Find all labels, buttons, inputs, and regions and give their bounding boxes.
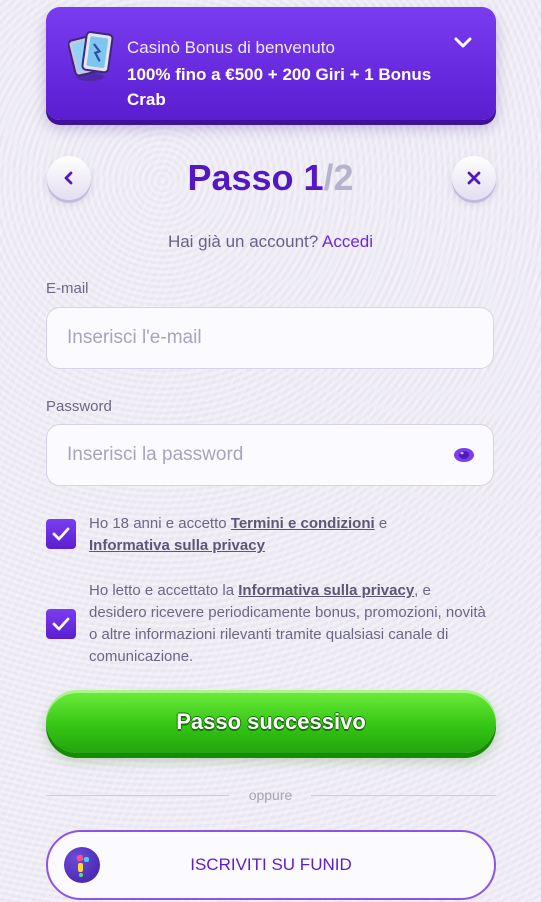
login-prompt-text: Hai già un account? xyxy=(167,232,319,251)
step-current: Passo 1 xyxy=(187,157,324,198)
funid-signup-button[interactable]: ISCRIVITI SU FUNID xyxy=(46,830,496,900)
login-prompt: Hai già un account? Accedi xyxy=(0,232,541,252)
checkmark-icon xyxy=(52,527,70,541)
consent-marketing-row: Ho letto e accettato la Informativa sull… xyxy=(46,580,496,668)
email-field[interactable] xyxy=(47,308,493,368)
consent-marketing-prefix: Ho letto e accettato la xyxy=(89,582,239,599)
close-button[interactable] xyxy=(452,156,496,200)
divider-right xyxy=(311,795,496,796)
close-icon xyxy=(467,171,481,185)
password-label: Password xyxy=(46,398,112,415)
password-field-wrapper xyxy=(46,424,494,486)
consent-terms-mid: e xyxy=(374,515,388,532)
next-step-button[interactable]: Passo successivo xyxy=(46,690,496,753)
consent-terms-text: Ho 18 anni e accetto Termini e condizion… xyxy=(89,513,494,557)
consent-terms-prefix: Ho 18 anni e accetto xyxy=(89,515,231,532)
marketing-checkbox[interactable] xyxy=(46,609,76,639)
chevron-down-icon[interactable] xyxy=(452,31,474,53)
eye-icon[interactable] xyxy=(453,446,475,464)
login-link[interactable]: Accedi xyxy=(322,232,373,251)
bonus-title: 100% fino a €500 + 200 Giri + 1 Bonus Cr… xyxy=(127,65,432,109)
terms-checkbox[interactable] xyxy=(46,519,76,549)
welcome-bonus-banner[interactable]: Casinò Bonus di benvenuto 100% fino a €5… xyxy=(46,7,496,120)
consent-terms-row: Ho 18 anni e accetto Termini e condizion… xyxy=(46,513,496,557)
checkmark-icon xyxy=(52,617,70,631)
password-field[interactable] xyxy=(47,425,493,485)
consent-marketing-text: Ho letto e accettato la Informativa sull… xyxy=(89,580,489,668)
privacy-link[interactable]: Informativa sulla privacy xyxy=(89,537,265,554)
funid-label: ISCRIVITI SU FUNID xyxy=(190,855,352,874)
email-field-wrapper xyxy=(46,307,494,369)
email-label: E-mail xyxy=(46,280,89,297)
terms-link[interactable]: Termini e condizioni xyxy=(231,515,375,532)
cards-icon xyxy=(68,31,114,81)
bonus-subtitle: Casinò Bonus di benvenuto xyxy=(127,38,335,57)
privacy-link-2[interactable]: Informativa sulla privacy xyxy=(238,582,414,599)
step-total: /2 xyxy=(323,157,354,198)
